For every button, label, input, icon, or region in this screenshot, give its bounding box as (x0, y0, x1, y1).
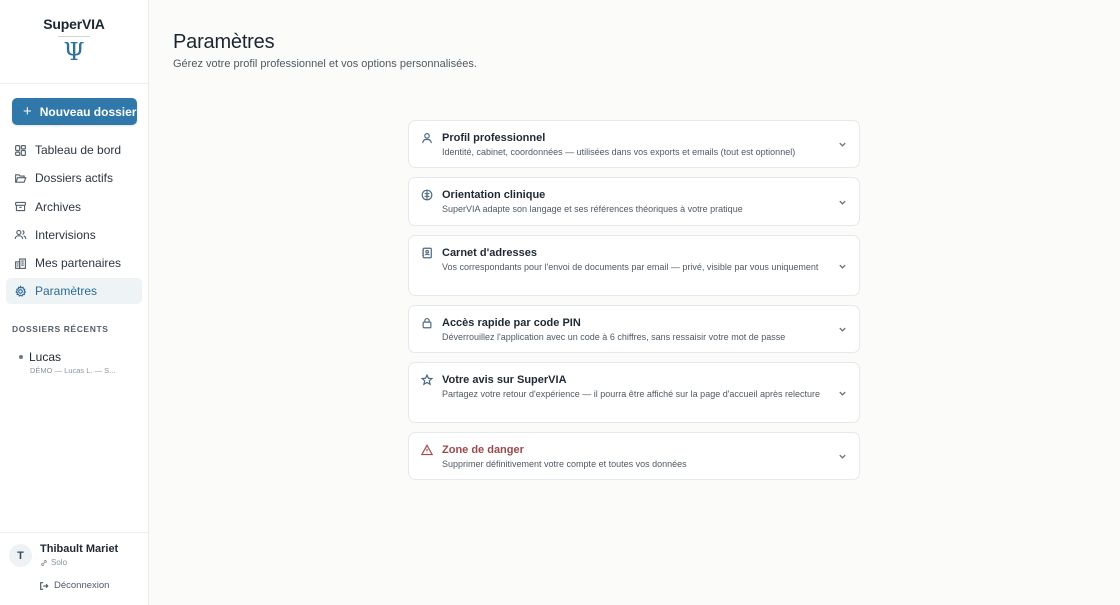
chevron-down-icon (839, 327, 846, 332)
section-professional-profile[interactable]: Profil professionnel Identité, cabinet, … (408, 120, 860, 168)
archive-icon (15, 201, 26, 212)
recent-folder-item[interactable]: Lucas DÉMO — Lucas L. — S... (19, 350, 139, 375)
section-description: Vos correspondants pour l'envoi de docum… (442, 262, 819, 272)
section-description: Supprimer définitivement votre compte et… (442, 459, 687, 469)
lock-icon (422, 317, 432, 329)
section-danger-zone[interactable]: Zone de danger Supprimer définitivement … (408, 432, 860, 480)
brand: SuperVIA Ψ (0, 0, 148, 84)
logout-icon (40, 581, 49, 590)
folder-open-icon (15, 174, 27, 183)
user-name: Thibault Mariet (40, 543, 119, 555)
sidebar-item-partners[interactable]: Mes partenaires (6, 250, 142, 276)
link-icon (41, 559, 47, 566)
address-book-icon (422, 247, 432, 259)
sidebar-item-archives[interactable]: Archives (6, 194, 142, 220)
section-pin-access[interactable]: Accès rapide par code PIN Déverrouillez … (408, 305, 860, 353)
warning-icon (421, 444, 433, 456)
gear-icon (15, 285, 27, 297)
section-clinical-orientation[interactable]: Orientation clinique SuperVIA adapte son… (408, 177, 860, 226)
dashboard-icon (15, 144, 26, 156)
logout-button[interactable]: Déconnexion (39, 580, 109, 591)
sidebar-item-dashboard[interactable]: Tableau de bord (6, 137, 142, 163)
page-title: Paramètres (173, 31, 275, 53)
sidebar-item-label: Mes partenaires (35, 256, 122, 271)
brand-logo-text: SuperVIA (43, 16, 105, 32)
sidebar-item-label: Paramètres (35, 284, 98, 299)
section-title: Zone de danger (442, 444, 524, 456)
star-icon (421, 374, 433, 386)
section-title: Profil professionnel (442, 132, 546, 144)
section-title: Orientation clinique (442, 189, 546, 201)
compass-icon (421, 189, 433, 201)
plus-icon: + (23, 102, 32, 120)
sidebar-item-label: Dossiers actifs (35, 171, 114, 186)
sidebar-item-active-folders[interactable]: Dossiers actifs (6, 165, 142, 191)
bullet-icon (19, 355, 23, 359)
user-plan: Solo (40, 558, 67, 567)
page-subtitle: Gérez votre profil professionnel et vos … (173, 58, 477, 70)
recent-folder-name-row: Lucas (19, 350, 139, 364)
section-title: Carnet d'adresses (442, 247, 537, 259)
chevron-down-icon (839, 264, 846, 269)
section-feedback[interactable]: Votre avis sur SuperVIA Partagez votre r… (408, 362, 860, 423)
logout-label: Déconnexion (54, 580, 110, 591)
chevron-down-icon (839, 454, 846, 459)
section-description: Déverrouillez l'application avec un code… (442, 332, 786, 342)
user-icon (422, 133, 432, 144)
recent-folders-heading: DOSSIERS RÉCENTS (12, 324, 109, 334)
section-description: SuperVIA adapte son langage et ses référ… (442, 204, 743, 214)
section-title: Votre avis sur SuperVIA (442, 374, 567, 386)
user-panel: T Thibault Mariet Solo Déconnexion (0, 532, 148, 605)
recent-folder-name: Lucas (29, 350, 62, 364)
recent-folder-subtitle: DÉMO — Lucas L. — S... (30, 366, 116, 375)
sidebar-item-label: Tableau de bord (35, 143, 122, 157)
section-address-book[interactable]: Carnet d'adresses Vos correspondants pou… (408, 235, 860, 296)
sidebar-nav: Tableau de bord Dossiers actifs Archives… (6, 137, 142, 307)
section-description: Identité, cabinet, coordonnées — utilisé… (442, 147, 796, 157)
sidebar-item-intervisions[interactable]: Intervisions (6, 222, 142, 248)
avatar[interactable]: T (9, 544, 32, 567)
chevron-down-icon (839, 200, 846, 205)
buildings-icon (15, 258, 26, 269)
chevron-down-icon (839, 391, 846, 396)
new-folder-label: Nouveau dossier (39, 104, 137, 119)
new-folder-button[interactable]: + Nouveau dossier (12, 98, 137, 125)
psi-logo-icon: Ψ (63, 38, 85, 66)
sidebar-item-label: Intervisions (35, 227, 96, 242)
users-icon (14, 230, 27, 240)
chevron-down-icon (839, 142, 846, 147)
sidebar-item-label: Archives (35, 199, 82, 214)
sidebar-item-settings[interactable]: Paramètres (6, 278, 142, 305)
user-plan-label: Solo (51, 558, 68, 567)
section-description: Partagez votre retour d'expérience — il … (442, 389, 820, 399)
section-title: Accès rapide par code PIN (442, 317, 581, 329)
sidebar: SuperVIA Ψ + Nouveau dossier Tableau de … (0, 0, 149, 605)
